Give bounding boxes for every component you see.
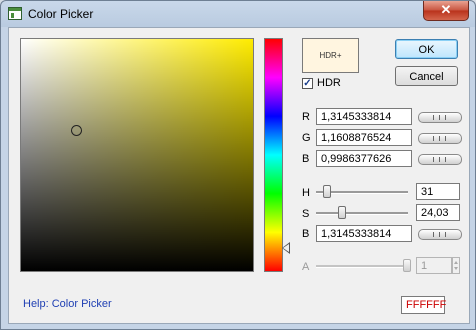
red-spinner[interactable] [418,112,462,123]
hue-label: H [302,187,310,199]
hue-input[interactable]: 31 [416,183,460,200]
saturation-brightness-box[interactable] [20,38,254,272]
app-icon [8,7,22,20]
green-spinner[interactable] [418,133,462,144]
preview-label: HDR+ [319,51,342,60]
saturation-label: S [302,208,310,220]
alpha-slider-track [316,265,408,268]
brightness-input[interactable]: 1,3145333814 [316,225,412,242]
alpha-spin-buttons [452,257,460,274]
blue-label: B [302,153,310,165]
help-link[interactable]: Help: Color Picker [23,298,112,310]
alpha-input: 1 [416,257,452,274]
window-title: Color Picker [28,7,94,21]
hue-marker-icon[interactable] [282,242,290,254]
close-button[interactable]: ✕ [423,1,469,21]
red-label: R [302,111,310,123]
alpha-label: A [302,261,310,273]
green-label: G [302,132,311,144]
saturation-slider-track[interactable] [316,212,408,215]
alpha-slider-thumb [403,259,411,272]
red-input[interactable]: 1,3145333814 [316,108,412,125]
color-cursor[interactable] [71,125,82,136]
blue-spinner[interactable] [418,154,462,165]
hex-input[interactable]: FFFFFF [401,296,446,314]
color-preview-swatch: HDR+ [302,38,359,73]
green-input[interactable]: 1,1608876524 [316,129,412,146]
color-picker-window: Color Picker ✕ HDR+ ✓ HDR OK Cancel R 1,… [0,0,476,330]
cancel-button[interactable]: Cancel [395,66,458,86]
hue-slider-bar[interactable] [264,38,283,272]
title-bar[interactable]: Color Picker ✕ [1,1,475,27]
hdr-label: HDR [317,77,341,89]
brightness-spinner[interactable] [418,229,462,240]
ok-button[interactable]: OK [395,39,458,59]
dialog-body: HDR+ ✓ HDR OK Cancel R 1,3145333814 G 1,… [8,27,470,324]
hue-slider-thumb[interactable] [323,185,331,198]
close-icon: ✕ [440,2,452,17]
blue-input[interactable]: 0,9986377626 [316,150,412,167]
hdr-checkbox[interactable]: ✓ [302,78,313,89]
saturation-slider-thumb[interactable] [338,206,346,219]
saturation-input[interactable]: 24,03 [416,204,460,221]
check-icon: ✓ [303,78,312,89]
brightness-label: B [302,228,310,240]
